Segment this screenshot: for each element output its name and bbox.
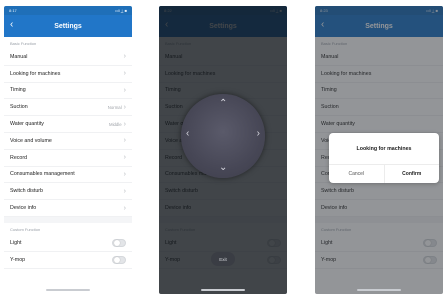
row-label: Manual (10, 53, 28, 60)
row-light: Light (4, 235, 132, 252)
arrow-right-icon[interactable]: › (257, 129, 260, 139)
row-label: Switch disturb (10, 188, 43, 195)
row-manual[interactable]: Manual › (4, 49, 132, 66)
manual-control-screen: 8:22 ••ll ⟂ ■ ‹ Settings Basic Function … (159, 6, 287, 294)
row-timing[interactable]: Timing › (4, 83, 132, 100)
row-label: Y-mop (10, 256, 26, 263)
title-bar: ‹ Settings (4, 15, 132, 37)
chevron-right-icon: › (123, 154, 126, 162)
section-basic-function: Basic Function (10, 41, 37, 46)
arrow-up-icon[interactable]: ⌃ (219, 99, 227, 109)
home-indicator (357, 289, 401, 291)
chevron-right-icon: › (123, 170, 126, 178)
direction-pad: ⌃ ⌄ ‹ › (181, 94, 265, 178)
chevron-right-icon: › (123, 103, 126, 111)
y-mop-toggle[interactable] (112, 255, 126, 264)
row-voice-and-volume[interactable]: Voice and volume › (4, 133, 132, 150)
section-custom-function: Custom Function (10, 226, 41, 232)
light-toggle[interactable] (112, 238, 126, 247)
row-label: Record (10, 154, 28, 161)
row-label: Device info (10, 205, 37, 212)
row-y-mop: Y-mop (4, 252, 132, 269)
row-label: Water quantity (10, 121, 44, 128)
looking-for-machines-dialog: Looking for machines Cancel Confirm (329, 133, 439, 183)
row-device-info[interactable]: Device info › (4, 200, 132, 217)
row-label: Suction (10, 104, 28, 111)
exit-button[interactable]: Exit (211, 252, 235, 266)
row-value: Middle (108, 121, 122, 127)
row-suction[interactable]: Suction Normal › (4, 99, 132, 117)
row-label: Light (10, 239, 22, 246)
home-indicator (201, 289, 245, 291)
chevron-right-icon: › (123, 53, 126, 61)
arrow-left-icon[interactable]: ‹ (186, 129, 189, 139)
status-bar: 8:17 ••ll ⟂ ■ (4, 6, 132, 15)
row-switch-disturb[interactable]: Switch disturb › (4, 183, 132, 201)
chevron-right-icon: › (123, 86, 126, 94)
chevron-right-icon: › (123, 137, 126, 145)
row-label: Consumables management (10, 171, 75, 178)
back-icon[interactable]: ‹ (10, 19, 13, 30)
row-label: Timing (10, 87, 26, 94)
status-icons: ••ll ⟂ ■ (115, 8, 127, 13)
row-looking-for-machines[interactable]: Looking for machines › (4, 66, 132, 83)
row-record[interactable]: Record › (4, 150, 132, 167)
row-label: Voice and volume (10, 137, 52, 144)
chevron-right-icon: › (123, 187, 126, 195)
page-title: Settings (54, 22, 82, 30)
chevron-right-icon: › (123, 70, 126, 78)
home-indicator (46, 289, 90, 291)
cancel-button[interactable]: Cancel (329, 165, 385, 183)
row-consumables-management[interactable]: Consumables management › (4, 167, 132, 184)
chevron-right-icon: › (123, 204, 126, 212)
row-water-quantity[interactable]: Water quantity Middle › (4, 116, 132, 133)
confirm-button[interactable]: Confirm (385, 165, 440, 183)
status-time: 8:17 (9, 8, 17, 13)
arrow-down-icon[interactable]: ⌄ (219, 163, 227, 173)
row-label: Looking for machines (10, 70, 61, 77)
dialog-actions: Cancel Confirm (329, 165, 439, 183)
chevron-right-icon: › (123, 120, 126, 128)
dialog-title: Looking for machines (329, 133, 439, 165)
row-value: Normal (107, 104, 122, 110)
settings-screen: 8:17 ••ll ⟂ ■ ‹ Settings Basic Function … (4, 6, 132, 294)
looking-for-machines-screen: 8:23 ••ll ⟂ ■ ‹ Settings Basic Function … (315, 6, 443, 294)
